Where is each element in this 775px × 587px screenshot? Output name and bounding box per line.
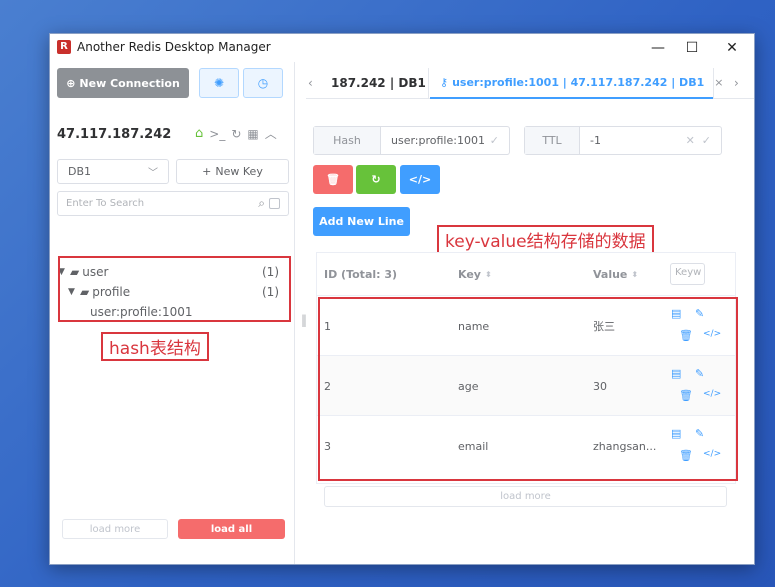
db-select-value: DB1 bbox=[68, 165, 92, 178]
close-window-button[interactable]: ✕ bbox=[717, 37, 747, 59]
home-icon[interactable]: ⌂ bbox=[195, 126, 203, 141]
refresh-key-button[interactable]: ↻ bbox=[356, 165, 396, 194]
tab-connection-db1[interactable]: 187.242 | DB1 bbox=[331, 76, 426, 90]
check-icon[interactable]: ✓ bbox=[702, 134, 711, 147]
tab-scroll-right-icon[interactable]: › bbox=[734, 76, 739, 90]
minimize-button[interactable]: — bbox=[643, 37, 673, 59]
exact-match-checkbox[interactable] bbox=[269, 198, 280, 209]
key-icon: ⚷ bbox=[440, 76, 449, 89]
key-search-input[interactable] bbox=[66, 198, 236, 209]
new-connection-button[interactable]: ⊕ New Connection bbox=[57, 68, 189, 98]
tab-scroll-left-icon[interactable]: ‹ bbox=[308, 76, 313, 90]
refresh-icon[interactable]: ↻ bbox=[231, 127, 241, 141]
clear-icon[interactable]: ✕ bbox=[686, 134, 695, 147]
new-connection-label: New Connection bbox=[79, 76, 180, 90]
annotation-box-tree bbox=[58, 256, 291, 322]
new-key-label: New Key bbox=[215, 165, 263, 178]
connection-host[interactable]: 47.117.187.242 bbox=[57, 127, 171, 142]
connection-toolbar: ⌂ >_ ↻ ▦ ︿ bbox=[195, 125, 277, 142]
column-header-key-label: Key bbox=[458, 267, 481, 281]
load-more-button[interactable]: load more bbox=[62, 519, 168, 539]
delete-key-button[interactable]: 🗑 bbox=[313, 165, 353, 194]
app-window: R Another Redis Desktop Manager — ☐ ✕ ⊕ … bbox=[49, 33, 755, 565]
app-logo-icon: R bbox=[57, 40, 71, 54]
tab-bar: ‹ 187.242 | DB1 ⚷ user:profile:1001 | 47… bbox=[306, 68, 754, 99]
ttl-input[interactable]: -1 ✕ ✓ bbox=[580, 127, 721, 154]
pane-divider[interactable] bbox=[294, 62, 295, 564]
annotation-kv-data: key-value结构存储的数据 bbox=[437, 225, 654, 254]
settings-button[interactable]: ✺ bbox=[199, 68, 239, 98]
check-icon[interactable]: ✓ bbox=[490, 134, 499, 147]
history-button[interactable]: ◷ bbox=[243, 68, 283, 98]
ttl-input-icons: ✕ ✓ bbox=[686, 134, 711, 147]
column-header-key[interactable]: Key ⬍ bbox=[458, 253, 492, 295]
gear-icon: ✺ bbox=[213, 76, 225, 90]
maximize-button[interactable]: ☐ bbox=[677, 37, 707, 59]
column-header-value[interactable]: Value ⬍ bbox=[593, 253, 638, 295]
code-icon: </> bbox=[408, 173, 432, 186]
search-icon[interactable]: ⌕ bbox=[258, 196, 265, 211]
keyword-filter-input[interactable]: Keyw bbox=[670, 263, 705, 285]
resize-handle[interactable]: ‖ bbox=[301, 313, 307, 327]
column-header-value-label: Value bbox=[593, 267, 628, 281]
close-tab-icon[interactable]: × bbox=[714, 76, 723, 89]
active-tab-indicator bbox=[430, 97, 713, 99]
plus-icon: + bbox=[202, 165, 212, 178]
chevron-down-icon: ﹀ bbox=[148, 168, 158, 179]
annotation-box-table bbox=[318, 297, 738, 481]
ttl-field: TTL -1 ✕ ✓ bbox=[524, 126, 722, 155]
chevron-up-icon[interactable]: ︿ bbox=[265, 125, 277, 142]
plus-circle-icon: ⊕ bbox=[66, 76, 76, 90]
sort-icon[interactable]: ⬍ bbox=[485, 270, 492, 279]
db-select[interactable]: DB1 ﹀ bbox=[57, 159, 169, 184]
key-name-input[interactable]: user:profile:1001 ✓ bbox=[381, 127, 509, 154]
trash-icon: 🗑 bbox=[326, 173, 340, 186]
clock-icon: ◷ bbox=[257, 76, 269, 90]
grid-icon[interactable]: ▦ bbox=[247, 127, 258, 141]
annotation-hash-structure: hash表结构 bbox=[101, 332, 209, 361]
key-name-field: Hash user:profile:1001 ✓ bbox=[313, 126, 510, 155]
refresh-icon: ↻ bbox=[371, 173, 381, 186]
table-load-more-button[interactable]: load more bbox=[324, 486, 727, 507]
tab-separator bbox=[713, 68, 714, 99]
ttl-value: -1 bbox=[590, 134, 601, 147]
tab-separator bbox=[428, 68, 429, 99]
column-header-id: ID (Total: 3) bbox=[324, 267, 398, 281]
key-type-label: Hash bbox=[314, 127, 381, 154]
connection-sidebar: ⊕ New Connection ✺ ◷ 47.117.187.242 ⌂ >_… bbox=[50, 62, 294, 564]
terminal-icon[interactable]: >_ bbox=[209, 127, 225, 141]
window-title: Another Redis Desktop Manager bbox=[77, 40, 271, 54]
load-all-button[interactable]: load all bbox=[178, 519, 285, 539]
sort-icon[interactable]: ⬍ bbox=[631, 270, 638, 279]
add-new-line-button[interactable]: Add New Line bbox=[313, 207, 410, 236]
title-bar[interactable]: R Another Redis Desktop Manager — ☐ ✕ bbox=[50, 34, 754, 62]
key-search-box: ⌕ bbox=[57, 191, 289, 216]
dump-command-button[interactable]: </> bbox=[400, 165, 440, 194]
key-name-value: user:profile:1001 bbox=[391, 134, 485, 147]
new-key-button[interactable]: + New Key bbox=[176, 159, 289, 184]
ttl-label: TTL bbox=[525, 127, 580, 154]
tab-label: user:profile:1001 | 47.117.187.242 | DB1 bbox=[452, 76, 705, 89]
tab-key-user-profile-1001[interactable]: ⚷ user:profile:1001 | 47.117.187.242 | D… bbox=[440, 76, 723, 89]
